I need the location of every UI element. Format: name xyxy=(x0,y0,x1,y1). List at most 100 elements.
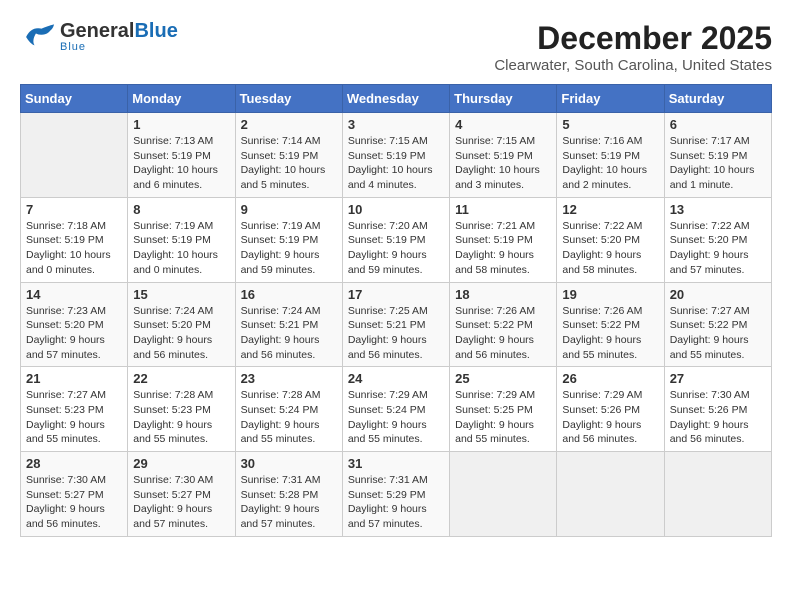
calendar-cell: 19 Sunrise: 7:26 AM Sunset: 5:22 PM Dayli… xyxy=(557,282,664,367)
calendar-cell: 4Sunrise: 7:15 AM Sunset: 5:19 PM Daylig… xyxy=(450,113,557,198)
day-info: Sunrise: 7:22 AM Sunset: 5:20 PM Dayligh… xyxy=(562,219,658,278)
day-info: Sunrise: 7:19 AM Sunset: 5:19 PM Dayligh… xyxy=(241,219,337,278)
calendar-cell: 30 Sunrise: 7:31 AM Sunset: 5:28 PM Dayli… xyxy=(235,452,342,537)
week-row-4: 21 Sunrise: 7:27 AM Sunset: 5:23 PM Dayli… xyxy=(21,367,772,452)
day-info: Sunrise: 7:26 AM Sunset: 5:22 PM Dayligh… xyxy=(562,304,658,363)
day-number: 11 xyxy=(455,202,551,217)
calendar-cell: 31 Sunrise: 7:31 AM Sunset: 5:29 PM Dayli… xyxy=(342,452,449,537)
calendar-cell: 14 Sunrise: 7:23 AM Sunset: 5:20 PM Dayli… xyxy=(21,282,128,367)
day-number: 14 xyxy=(26,287,122,302)
calendar-cell: 11Sunrise: 7:21 AM Sunset: 5:19 PM Dayli… xyxy=(450,197,557,282)
col-header-tuesday: Tuesday xyxy=(235,85,342,113)
day-info: Sunrise: 7:14 AM Sunset: 5:19 PM Dayligh… xyxy=(241,134,337,193)
day-number: 12 xyxy=(562,202,658,217)
day-info: Sunrise: 7:28 AM Sunset: 5:24 PM Dayligh… xyxy=(241,388,337,447)
day-info: Sunrise: 7:24 AM Sunset: 5:21 PM Dayligh… xyxy=(241,304,337,363)
location-label: Clearwater, South Carolina, United State… xyxy=(494,57,772,74)
calendar-cell: 3 Sunrise: 7:15 AM Sunset: 5:19 PM Daylig… xyxy=(342,113,449,198)
day-info: Sunrise: 7:15 AM Sunset: 5:19 PM Dayligh… xyxy=(348,134,444,193)
day-info: Sunrise: 7:28 AM Sunset: 5:23 PM Dayligh… xyxy=(133,388,229,447)
day-number: 13 xyxy=(670,202,766,217)
month-title: December 2025 xyxy=(494,20,772,57)
day-number: 8 xyxy=(133,202,229,217)
day-number: 7 xyxy=(26,202,122,217)
day-info: Sunrise: 7:31 AM Sunset: 5:29 PM Dayligh… xyxy=(348,473,444,532)
calendar-cell xyxy=(21,113,128,198)
calendar-cell: 10 Sunrise: 7:20 AM Sunset: 5:19 PM Dayli… xyxy=(342,197,449,282)
day-number: 2 xyxy=(241,117,337,132)
logo-blue-text: Blue xyxy=(134,20,177,43)
day-number: 21 xyxy=(26,371,122,386)
day-number: 20 xyxy=(670,287,766,302)
col-header-wednesday: Wednesday xyxy=(342,85,449,113)
calendar-cell: 13Sunrise: 7:22 AM Sunset: 5:20 PM Dayli… xyxy=(664,197,771,282)
calendar-cell xyxy=(450,452,557,537)
day-number: 5 xyxy=(562,117,658,132)
day-number: 6 xyxy=(670,117,766,132)
day-number: 28 xyxy=(26,456,122,471)
day-info: Sunrise: 7:31 AM Sunset: 5:28 PM Dayligh… xyxy=(241,473,337,532)
day-info: Sunrise: 7:17 AM Sunset: 5:19 PM Dayligh… xyxy=(670,134,766,193)
calendar-cell: 18Sunrise: 7:26 AM Sunset: 5:22 PM Dayli… xyxy=(450,282,557,367)
day-number: 30 xyxy=(241,456,337,471)
col-header-saturday: Saturday xyxy=(664,85,771,113)
week-row-3: 14 Sunrise: 7:23 AM Sunset: 5:20 PM Dayli… xyxy=(21,282,772,367)
calendar-cell: 16 Sunrise: 7:24 AM Sunset: 5:21 PM Dayli… xyxy=(235,282,342,367)
calendar-cell: 29 Sunrise: 7:30 AM Sunset: 5:27 PM Dayli… xyxy=(128,452,235,537)
day-info: Sunrise: 7:19 AM Sunset: 5:19 PM Dayligh… xyxy=(133,219,229,278)
calendar-cell: 21 Sunrise: 7:27 AM Sunset: 5:23 PM Dayli… xyxy=(21,367,128,452)
calendar-cell: 5Sunrise: 7:16 AM Sunset: 5:19 PM Daylig… xyxy=(557,113,664,198)
day-number: 31 xyxy=(348,456,444,471)
calendar-cell xyxy=(557,452,664,537)
day-info: Sunrise: 7:23 AM Sunset: 5:20 PM Dayligh… xyxy=(26,304,122,363)
logo-general: General xyxy=(60,20,134,43)
day-number: 17 xyxy=(348,287,444,302)
calendar-cell: 12 Sunrise: 7:22 AM Sunset: 5:20 PM Dayli… xyxy=(557,197,664,282)
week-row-5: 28 Sunrise: 7:30 AM Sunset: 5:27 PM Dayli… xyxy=(21,452,772,537)
day-number: 4 xyxy=(455,117,551,132)
calendar-cell: 7 Sunrise: 7:18 AM Sunset: 5:19 PM Daylig… xyxy=(21,197,128,282)
calendar-cell: 27 Sunrise: 7:30 AM Sunset: 5:26 PM Dayli… xyxy=(664,367,771,452)
calendar-cell: 2 Sunrise: 7:14 AM Sunset: 5:19 PM Daylig… xyxy=(235,113,342,198)
day-number: 18 xyxy=(455,287,551,302)
day-info: Sunrise: 7:30 AM Sunset: 5:26 PM Dayligh… xyxy=(670,388,766,447)
day-info: Sunrise: 7:20 AM Sunset: 5:19 PM Dayligh… xyxy=(348,219,444,278)
day-info: Sunrise: 7:18 AM Sunset: 5:19 PM Dayligh… xyxy=(26,219,122,278)
title-block: December 2025 Clearwater, South Carolina… xyxy=(494,20,772,74)
page-header: GeneralBlue Blue December 2025 Clearwate… xyxy=(20,20,772,74)
calendar-header-row: SundayMondayTuesdayWednesdayThursdayFrid… xyxy=(21,85,772,113)
calendar-cell: 20Sunrise: 7:27 AM Sunset: 5:22 PM Dayli… xyxy=(664,282,771,367)
day-number: 16 xyxy=(241,287,337,302)
calendar-cell: 17 Sunrise: 7:25 AM Sunset: 5:21 PM Dayli… xyxy=(342,282,449,367)
day-info: Sunrise: 7:29 AM Sunset: 5:24 PM Dayligh… xyxy=(348,388,444,447)
calendar-cell: 25Sunrise: 7:29 AM Sunset: 5:25 PM Dayli… xyxy=(450,367,557,452)
calendar-cell: 22 Sunrise: 7:28 AM Sunset: 5:23 PM Dayli… xyxy=(128,367,235,452)
day-number: 15 xyxy=(133,287,229,302)
day-info: Sunrise: 7:27 AM Sunset: 5:23 PM Dayligh… xyxy=(26,388,122,447)
col-header-sunday: Sunday xyxy=(21,85,128,113)
calendar-cell: 28Sunrise: 7:30 AM Sunset: 5:27 PM Dayli… xyxy=(21,452,128,537)
day-number: 25 xyxy=(455,371,551,386)
day-info: Sunrise: 7:24 AM Sunset: 5:20 PM Dayligh… xyxy=(133,304,229,363)
calendar-cell: 23Sunrise: 7:28 AM Sunset: 5:24 PM Dayli… xyxy=(235,367,342,452)
day-number: 9 xyxy=(241,202,337,217)
col-header-monday: Monday xyxy=(128,85,235,113)
day-number: 29 xyxy=(133,456,229,471)
day-number: 1 xyxy=(133,117,229,132)
calendar-cell: 9 Sunrise: 7:19 AM Sunset: 5:19 PM Daylig… xyxy=(235,197,342,282)
day-number: 22 xyxy=(133,371,229,386)
day-number: 3 xyxy=(348,117,444,132)
day-number: 26 xyxy=(562,371,658,386)
week-row-2: 7 Sunrise: 7:18 AM Sunset: 5:19 PM Daylig… xyxy=(21,197,772,282)
logo-bird-icon xyxy=(20,23,56,51)
day-info: Sunrise: 7:25 AM Sunset: 5:21 PM Dayligh… xyxy=(348,304,444,363)
day-number: 27 xyxy=(670,371,766,386)
day-info: Sunrise: 7:30 AM Sunset: 5:27 PM Dayligh… xyxy=(133,473,229,532)
day-info: Sunrise: 7:13 AM Sunset: 5:19 PM Dayligh… xyxy=(133,134,229,193)
calendar-cell: 24 Sunrise: 7:29 AM Sunset: 5:24 PM Dayli… xyxy=(342,367,449,452)
day-number: 10 xyxy=(348,202,444,217)
col-header-thursday: Thursday xyxy=(450,85,557,113)
day-number: 19 xyxy=(562,287,658,302)
day-number: 24 xyxy=(348,371,444,386)
calendar-cell: 1 Sunrise: 7:13 AM Sunset: 5:19 PM Daylig… xyxy=(128,113,235,198)
